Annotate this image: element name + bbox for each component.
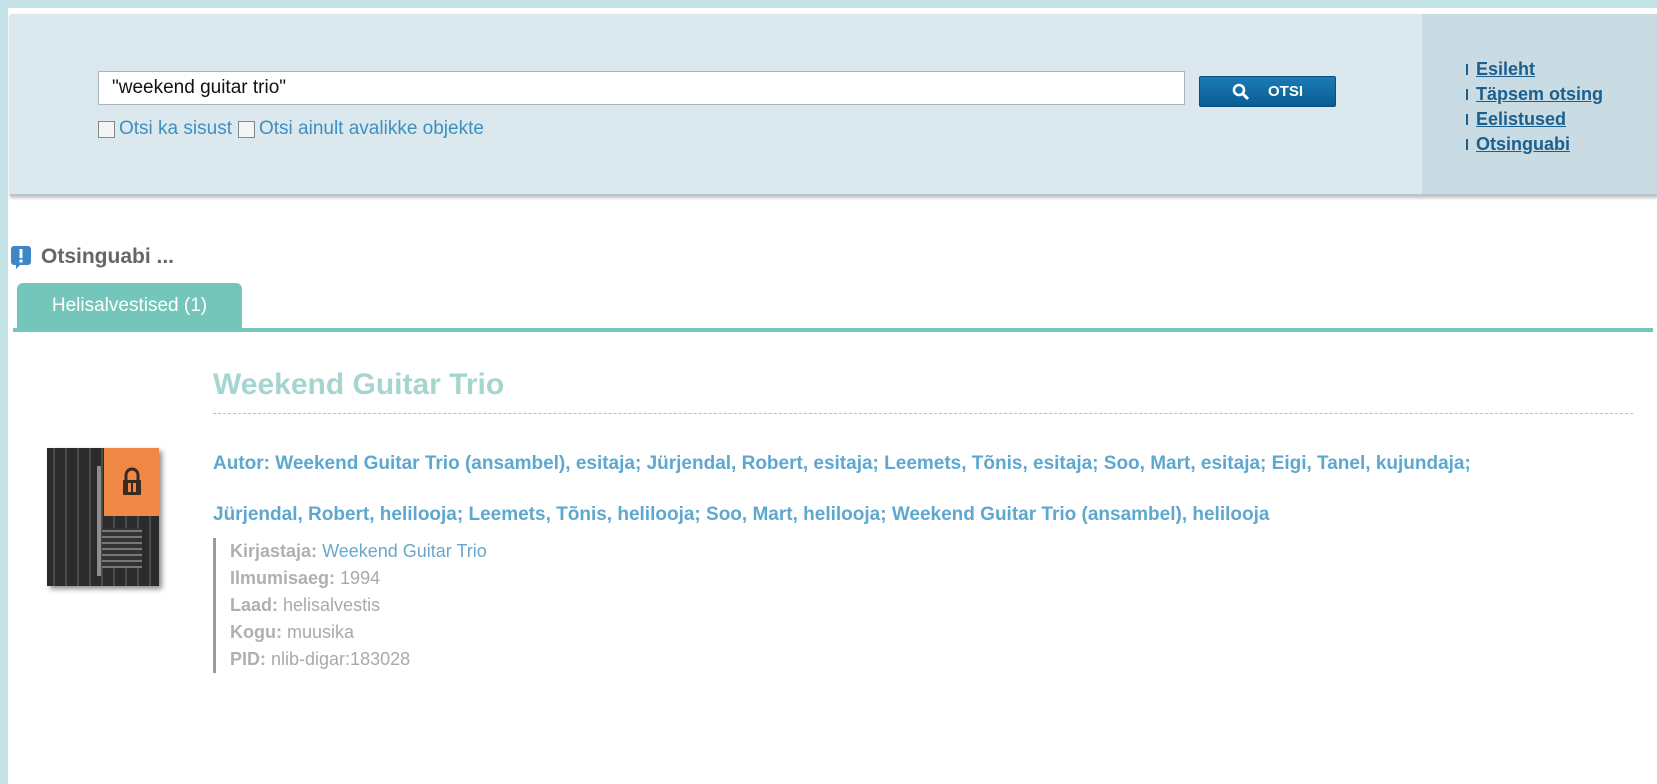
authors-line: Jürjendal, Robert, helilooja; Leemets, T… bbox=[213, 504, 1270, 525]
option-public-only-label: Otsi ainult avalikke objekte bbox=[258, 118, 484, 139]
option-search-content-label: Otsi ka sisust bbox=[119, 118, 232, 139]
result-title[interactable]: Weekend Guitar Trio bbox=[213, 368, 504, 402]
meta-collection: Kogu: muusika bbox=[230, 619, 487, 646]
search-options: Otsi ka sisust Otsi ainult avalikke obje… bbox=[98, 118, 490, 140]
cover-graphic bbox=[102, 528, 142, 568]
nav-link-advanced-search[interactable]: Täpsem otsing bbox=[1476, 82, 1603, 107]
tab-audio-recordings[interactable]: Helisalvestised (1) bbox=[17, 283, 242, 329]
checkbox-public-only[interactable] bbox=[237, 120, 255, 138]
search-button-label: OTSI bbox=[1267, 83, 1303, 100]
info-icon bbox=[10, 245, 32, 269]
meta-date: Ilmumisaeg: 1994 bbox=[230, 565, 487, 592]
nav-link-search-help[interactable]: Otsinguabi bbox=[1476, 132, 1570, 157]
meta-pid-label: PID: bbox=[230, 649, 266, 669]
meta-type-label: Laad: bbox=[230, 595, 279, 615]
option-public-only[interactable]: Otsi ainult avalikke objekte bbox=[237, 118, 484, 140]
option-search-content[interactable]: Otsi ka sisust bbox=[98, 118, 232, 140]
nav-item-home: Esileht bbox=[1466, 57, 1603, 82]
search-icon bbox=[1232, 83, 1250, 100]
meta-type: Laad: helisalvestis bbox=[230, 592, 487, 619]
search-header: OTSI Otsi ka sisust Otsi ainult avalikke… bbox=[10, 14, 1657, 196]
meta-pid-value: nlib-digar:183028 bbox=[271, 649, 411, 669]
nav-bullet bbox=[1466, 139, 1468, 150]
result-authors: Autor: Weekend Guitar Trio (ansambel), e… bbox=[213, 438, 1633, 540]
search-button[interactable]: OTSI bbox=[1199, 76, 1336, 107]
nav-bullet bbox=[1466, 89, 1468, 100]
tab-underline bbox=[13, 328, 1653, 332]
meta-collection-value: muusika bbox=[287, 622, 355, 642]
meta-date-value: 1994 bbox=[340, 568, 381, 588]
nav-bullet bbox=[1466, 64, 1468, 75]
cover-spine bbox=[97, 466, 101, 576]
nav-link-preferences[interactable]: Eelistused bbox=[1476, 107, 1566, 132]
meta-publisher-label: Kirjastaja: bbox=[230, 541, 318, 561]
result-metadata: Kirjastaja: Weekend Guitar Trio Ilmumisa… bbox=[213, 538, 487, 673]
side-nav: Esileht Täpsem otsing Eelistused Otsingu… bbox=[1422, 14, 1657, 194]
nav-bullet bbox=[1466, 114, 1468, 125]
page-frame: OTSI Otsi ka sisust Otsi ainult avalikke… bbox=[8, 8, 1657, 784]
nav-link-home[interactable]: Esileht bbox=[1476, 57, 1535, 82]
nav-item-preferences: Eelistused bbox=[1466, 107, 1603, 132]
meta-pid: PID: nlib-digar:183028 bbox=[230, 646, 487, 673]
search-help-toggle[interactable]: Otsinguabi ... bbox=[10, 245, 174, 269]
meta-type-value: helisalvestis bbox=[283, 595, 381, 615]
search-input[interactable] bbox=[98, 71, 1185, 105]
meta-publisher: Kirjastaja: Weekend Guitar Trio bbox=[230, 538, 487, 565]
meta-publisher-value[interactable]: Weekend Guitar Trio bbox=[322, 541, 487, 561]
result-divider bbox=[213, 413, 1633, 414]
search-help-label: Otsinguabi ... bbox=[41, 245, 175, 268]
lock-icon bbox=[104, 448, 159, 516]
checkbox-search-content[interactable] bbox=[98, 120, 115, 138]
nav-item-search-help: Otsinguabi bbox=[1466, 132, 1603, 157]
nav-item-advanced-search: Täpsem otsing bbox=[1466, 82, 1603, 107]
album-cover-thumbnail[interactable] bbox=[47, 448, 159, 586]
meta-collection-label: Kogu: bbox=[230, 622, 282, 642]
tab-audio-recordings-label: Helisalvestised (1) bbox=[51, 295, 208, 316]
authors-line: Autor: Weekend Guitar Trio (ansambel), e… bbox=[213, 453, 1471, 474]
meta-date-label: Ilmumisaeg: bbox=[230, 568, 336, 588]
